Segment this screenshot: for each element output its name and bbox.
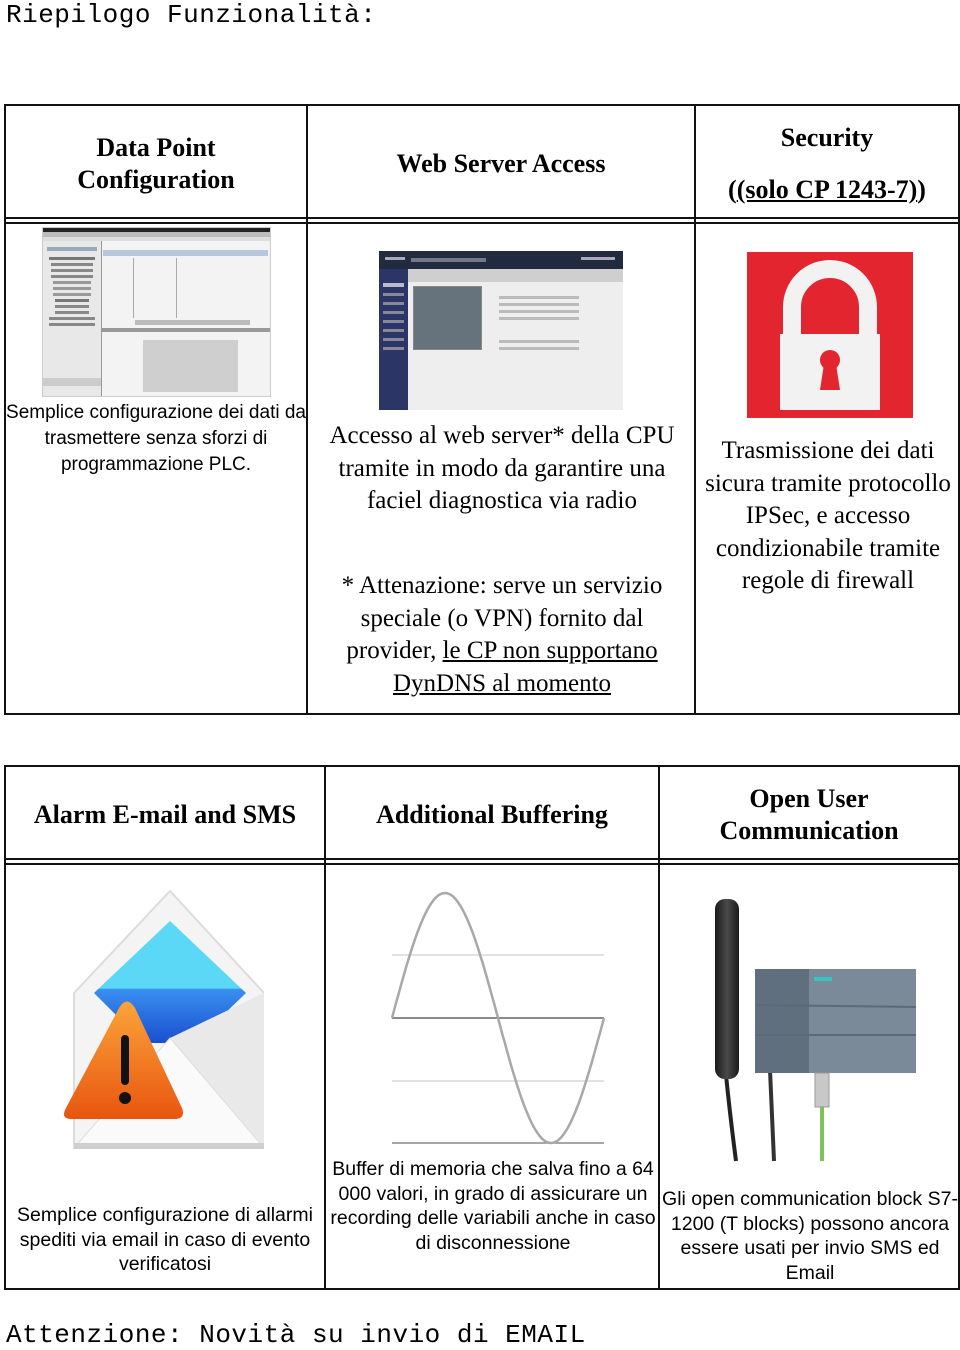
cell-security: Trasmissione dei dati sicura tramite pro… [694,222,958,713]
ethernet-connector [814,1072,830,1108]
description-web-server-access: Accesso al web server* della CPU tramite… [329,422,675,514]
antenna-and-plc-photo [715,899,917,1162]
email-alarm-icon [64,889,264,1149]
header-sublabel: ((solo CP 1243-7)) [728,175,926,204]
plc-module-left [755,969,809,1073]
description-data-point-configuration: Semplice configurazione dei dati da tras… [6,402,306,475]
header-label: Open User Communication [719,784,899,845]
exclamation-dot [119,1092,131,1104]
description-security: Trasmissione dei dati sicura tramite pro… [705,437,951,594]
antenna [715,899,739,1079]
header-label: Security [780,123,874,152]
header-label: Data Point Configuration [77,133,235,194]
features-table-2: Alarm E-mail and SMS Additional Bufferin… [4,765,960,1290]
tia-portal-screenshot [42,227,271,397]
header-additional-buffering: Additional Buffering [324,767,658,863]
header-security: Security ((solo CP 1243-7)) [694,106,958,222]
header-label: Alarm E-mail and SMS [33,800,297,829]
page-title: Riepilogo Funzionalità: [6,0,377,30]
header-label: Additional Buffering [376,800,608,829]
cell-web-server-access: Accesso al web server* della CPU tramite… [306,222,694,713]
cell-additional-buffering: Buffer di memoria che salva fino a 64 00… [324,863,658,1288]
security-scope-note: (solo CP 1243-7) [736,175,918,204]
plc-power-cable [768,1069,776,1162]
footer-note: Attenzione: Novità su invio di EMAIL [6,1320,586,1350]
antenna-cable [724,1074,738,1162]
plc-module-body [809,969,916,1073]
description-alarm-email-sms: Semplice configurazione di allarmi spedi… [17,1204,313,1275]
header-data-point-configuration: Data Point Configuration [6,106,306,222]
header-web-server-access: Web Server Access [306,106,694,222]
cell-alarm-email-sms: Semplice configurazione di allarmi spedi… [6,863,324,1288]
header-alarm-email-sms: Alarm E-mail and SMS [6,767,324,863]
features-table-1: Data Point Configuration Web Server Acce… [4,104,960,715]
padlock-icon [747,252,913,418]
header-label: Web Server Access [396,149,606,178]
web-server-screenshot [379,251,623,410]
web-server-note: * Attenazione: serve un servizio special… [316,570,688,700]
description-open-user-communication: Gli open communication block S7-1200 (T … [662,1188,958,1284]
description-additional-buffering: Buffer di memoria che salva fino a 64 00… [330,1158,656,1254]
cell-open-user-communication: Gli open communication block S7-1200 (T … [658,863,958,1288]
header-open-user-communication: Open User Communication [658,767,958,863]
exclamation-bar [121,1035,129,1085]
cell-data-point-configuration: Semplice configurazione dei dati da tras… [6,222,306,713]
sine-wave-graphic [390,891,606,1145]
